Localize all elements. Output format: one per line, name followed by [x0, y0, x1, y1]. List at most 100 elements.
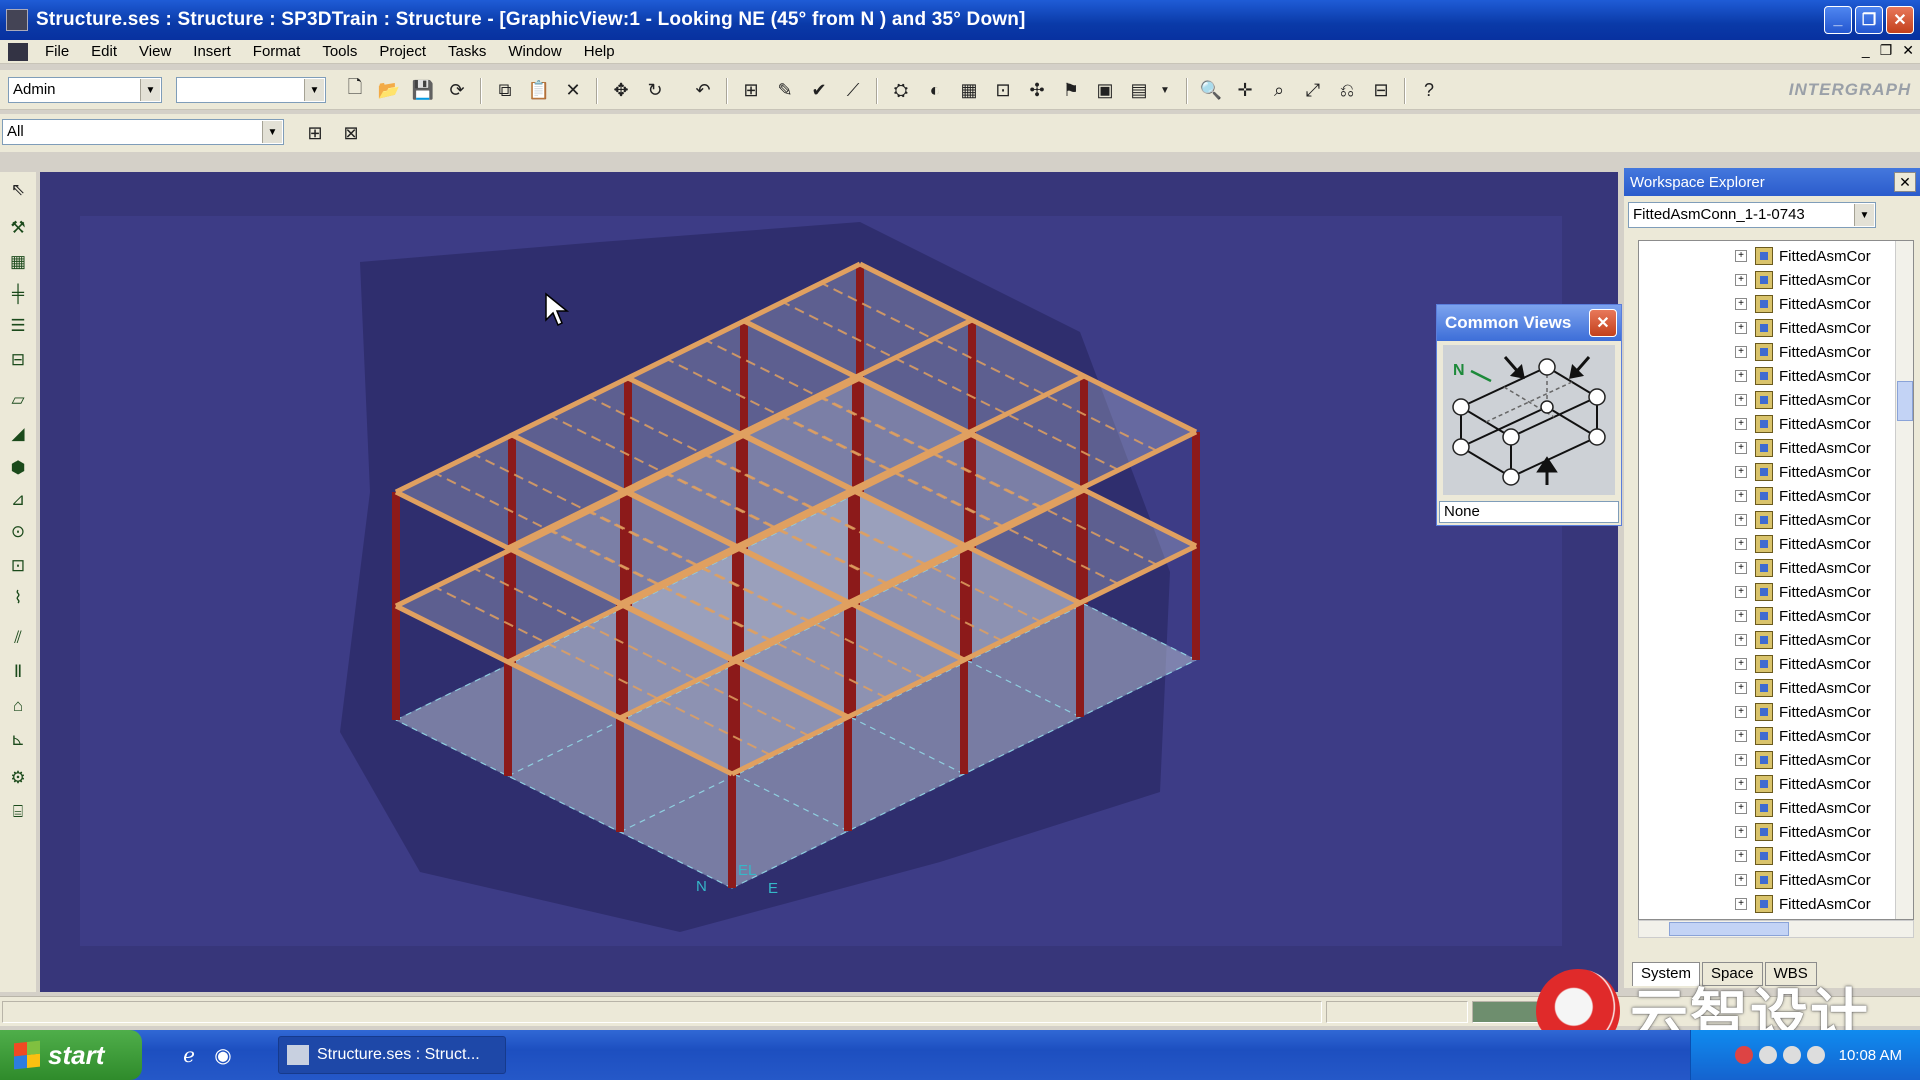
expand-icon[interactable]: +	[1735, 706, 1747, 718]
tree-item[interactable]: + FittedAsmCor	[1735, 629, 1871, 651]
edit-properties-icon[interactable]: ✎	[770, 75, 800, 105]
tree-item[interactable]: + FittedAsmCor	[1735, 389, 1871, 411]
filter-properties-icon[interactable]: ⊞	[300, 118, 330, 148]
rotate-icon[interactable]: ↻	[640, 75, 670, 105]
pan-icon[interactable]: ✛	[1230, 75, 1260, 105]
secondary-select[interactable]: ▼	[176, 77, 326, 103]
task-button[interactable]: Structure.ses : Struct...	[278, 1036, 506, 1074]
expand-icon[interactable]: +	[1735, 250, 1747, 262]
new-file-icon[interactable]: 🗋	[340, 75, 370, 105]
expand-icon[interactable]: +	[1735, 346, 1747, 358]
monitor-icon[interactable]	[1806, 1046, 1825, 1064]
chevron-down-icon[interactable]: ▼	[140, 79, 160, 101]
expand-icon[interactable]: +	[1735, 586, 1747, 598]
render-icon[interactable]: ◐	[920, 75, 950, 105]
expand-icon[interactable]: +	[1735, 442, 1747, 454]
mdi-close-icon[interactable]: ✕	[1902, 42, 1914, 59]
maximize-button[interactable]: ❐	[1855, 6, 1883, 34]
tree-item[interactable]: + FittedAsmCor	[1735, 413, 1871, 435]
filter-select[interactable]: All ▼	[2, 119, 284, 145]
member-system-icon[interactable]: ⚒	[4, 214, 32, 242]
tree-item[interactable]: + FittedAsmCor	[1735, 245, 1871, 267]
chevron-down-icon[interactable]: ▼	[262, 121, 282, 143]
view-icon[interactable]: ⛭	[886, 75, 916, 105]
brace-icon[interactable]: ☰	[4, 312, 32, 340]
menu-edit[interactable]: Edit	[80, 43, 128, 60]
tree-item[interactable]: + FittedAsmCor	[1735, 341, 1871, 363]
tree-item[interactable]: + FittedAsmCor	[1735, 269, 1871, 291]
filter-clear-icon[interactable]: ⊠	[336, 118, 366, 148]
camera-icon[interactable]: ▣	[1090, 75, 1120, 105]
expand-icon[interactable]: +	[1735, 538, 1747, 550]
flag-icon[interactable]: ⚑	[1056, 75, 1086, 105]
connection-icon[interactable]: ⊾	[4, 726, 32, 754]
paste-icon[interactable]: 📋	[524, 75, 554, 105]
expand-icon[interactable]: +	[1735, 322, 1747, 334]
expand-icon[interactable]: +	[1735, 826, 1747, 838]
delete-icon[interactable]: ✕	[558, 75, 588, 105]
close-button[interactable]: ✕	[1886, 6, 1914, 34]
start-button[interactable]: start	[0, 1030, 142, 1080]
select-pointer-icon[interactable]: ⇖	[4, 176, 32, 204]
tree-item[interactable]: + FittedAsmCor	[1735, 293, 1871, 315]
explorer-select[interactable]: FittedAsmConn_1-1-0743 ▼	[1628, 202, 1876, 228]
menu-project[interactable]: Project	[368, 43, 437, 60]
zoom-icon[interactable]: 🔍	[1196, 75, 1226, 105]
expand-icon[interactable]: +	[1735, 274, 1747, 286]
assembly-icon[interactable]: ⚙	[4, 764, 32, 792]
expand-icon[interactable]: +	[1735, 778, 1747, 790]
undo-icon[interactable]: ↶	[688, 75, 718, 105]
volume-icon[interactable]	[1782, 1046, 1801, 1064]
graphic-view[interactable]: N EL E	[40, 172, 1618, 992]
vertical-scrollbar[interactable]	[1895, 241, 1913, 919]
expand-icon[interactable]: +	[1735, 466, 1747, 478]
document-icon[interactable]	[8, 42, 28, 61]
tree-item[interactable]: + FittedAsmCor	[1735, 653, 1871, 675]
frame-icon[interactable]: ⊟	[4, 346, 32, 374]
expand-icon[interactable]: +	[1735, 682, 1747, 694]
tree-item[interactable]: + FittedAsmCor	[1735, 701, 1871, 723]
menu-insert[interactable]: Insert	[182, 43, 242, 60]
expand-icon[interactable]: +	[1735, 394, 1747, 406]
pinpoint-icon[interactable]: ✣	[1022, 75, 1052, 105]
permission-group-select[interactable]: Admin ▼	[8, 77, 162, 103]
menu-tools[interactable]: Tools	[311, 43, 368, 60]
mdi-restore-icon[interactable]: ❐	[1880, 42, 1893, 59]
view-cube[interactable]: N	[1443, 345, 1615, 495]
menu-view[interactable]: View	[128, 43, 182, 60]
previous-view-icon[interactable]: ⎌	[1332, 75, 1362, 105]
explorer-tree[interactable]: + FittedAsmCor + FittedAsmCor + FittedAsmCor +…	[1638, 240, 1914, 920]
expand-icon[interactable]: +	[1735, 514, 1747, 526]
handrail-icon[interactable]: ⌇	[4, 584, 32, 612]
display-icon[interactable]: ▤	[1124, 75, 1154, 105]
expand-icon[interactable]: +	[1735, 874, 1747, 886]
mdi-minimize-icon[interactable]: _	[1862, 42, 1870, 59]
expand-icon[interactable]: +	[1735, 370, 1747, 382]
fit-icon[interactable]: ⤢	[1298, 75, 1328, 105]
footing-icon[interactable]: ⬢	[4, 454, 32, 482]
menu-tasks[interactable]: Tasks	[437, 43, 497, 60]
internet-explorer-icon[interactable]: ℯ	[176, 1042, 202, 1068]
save-icon[interactable]: 💾	[408, 75, 438, 105]
named-view-icon[interactable]: ⊟	[1366, 75, 1396, 105]
expand-icon[interactable]: +	[1735, 730, 1747, 742]
expand-icon[interactable]: +	[1735, 418, 1747, 430]
stair-icon[interactable]: ⊿	[4, 486, 32, 514]
tree-item[interactable]: + FittedAsmCor	[1735, 845, 1871, 867]
tree-item[interactable]: + FittedAsmCor	[1735, 725, 1871, 747]
expand-icon[interactable]: +	[1735, 298, 1747, 310]
move-icon[interactable]: ✥	[606, 75, 636, 105]
close-icon[interactable]: ✕	[1589, 309, 1617, 337]
menu-help[interactable]: Help	[573, 43, 626, 60]
slab-icon[interactable]: ▱	[4, 386, 32, 414]
app-icon[interactable]	[6, 9, 28, 31]
ladder-icon[interactable]: Ⅱ	[4, 658, 32, 686]
opening-icon[interactable]: ⊙	[4, 518, 32, 546]
tree-item[interactable]: + FittedAsmCor	[1735, 749, 1871, 771]
minimize-button[interactable]: _	[1824, 6, 1852, 34]
tree-item[interactable]: + FittedAsmCor	[1735, 581, 1871, 603]
tree-item[interactable]: + FittedAsmCor	[1735, 485, 1871, 507]
tree-item[interactable]: + FittedAsmCor	[1735, 869, 1871, 891]
tree-item[interactable]: + FittedAsmCor	[1735, 533, 1871, 555]
column-icon[interactable]: ⫽	[4, 624, 32, 652]
